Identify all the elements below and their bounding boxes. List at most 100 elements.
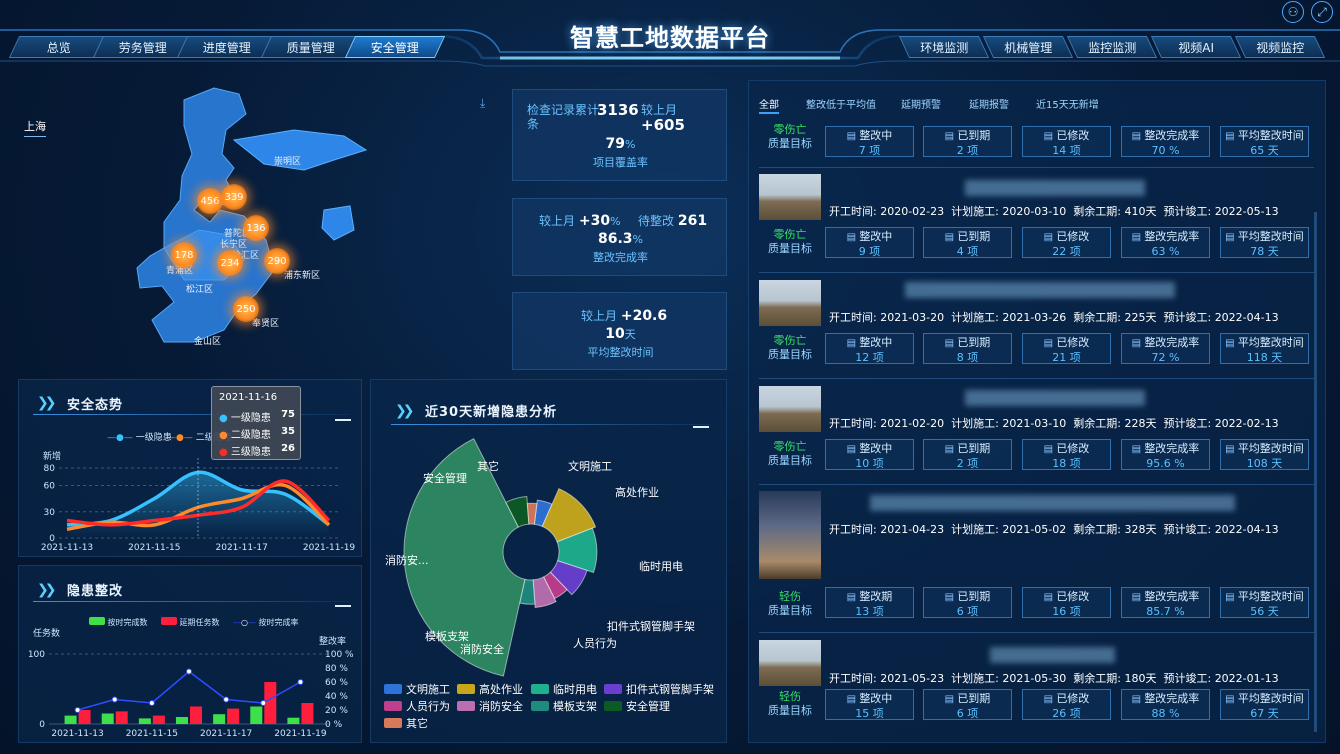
stat-box[interactable]: 整改完成率63 % [1121, 227, 1210, 258]
stat-value: 65 天 [1250, 144, 1279, 157]
stat-value: 4 项 [956, 245, 979, 258]
filter-delay-alarm[interactable]: 延期报警 [969, 96, 1009, 111]
quality-goal-label: 质量目标 [768, 242, 812, 255]
y2-tick-label: 100 % [325, 650, 354, 660]
tab-machinery[interactable]: 机械管理 [982, 36, 1074, 58]
slice-label-formwork: 模板支架 [425, 630, 469, 643]
project-thumbnail[interactable] [759, 640, 821, 686]
legend-behavior[interactable]: 人员行为 [384, 698, 450, 714]
rate-point [148, 700, 155, 706]
date-value-finish: 2022-05-13 [1214, 205, 1279, 218]
stat-box[interactable]: 整改完成率95.6 % [1121, 439, 1210, 470]
stat-box[interactable]: 平均整改时间78 天 [1220, 227, 1309, 258]
safety-goal: 零伤亡 [773, 228, 807, 241]
filter-no-new-15d[interactable]: 近15天无新增 [1036, 96, 1099, 111]
map-bubble[interactable]: 339 [221, 184, 247, 210]
stat-box[interactable]: 整改中10 项 [825, 439, 914, 470]
project-thumbnail[interactable] [759, 491, 821, 579]
legend-safety-mgmt[interactable]: 安全管理 [604, 698, 670, 714]
bar-ontime [101, 713, 114, 724]
safety-trend-panel: ❯❯ 安全态势 —●— 一级隐患 —●— 二级隐患 新增 03060802021… [18, 379, 362, 557]
org-chart-icon[interactable]: ⚇ [1282, 1, 1304, 23]
stat-box[interactable]: 已到期2 项 [923, 126, 1012, 157]
stat-box[interactable]: 整改中12 项 [825, 333, 914, 364]
stat-label: 已到期 [924, 228, 1011, 245]
legend-formwork[interactable]: 模板支架 [531, 698, 597, 714]
bar-ontime [287, 717, 300, 724]
stat-box[interactable]: 整改中15 项 [825, 689, 914, 720]
stat-box[interactable]: 平均整改时间67 天 [1220, 689, 1309, 720]
stat-box[interactable]: 已修改18 项 [1022, 439, 1111, 470]
quality-goal-label: 质量目标 [768, 137, 812, 150]
tab-environment[interactable]: 环境监测 [898, 36, 990, 58]
stat-box[interactable]: 已到期2 项 [923, 439, 1012, 470]
tab-monitoring[interactable]: 监控监测 [1066, 36, 1158, 58]
district-pudong: 浦东新区 [284, 271, 321, 281]
stat-box[interactable]: 已修改21 项 [1022, 333, 1111, 364]
stat-box[interactable]: 已到期8 项 [923, 333, 1012, 364]
project-name-redacted [965, 180, 1145, 196]
tab-video-ai[interactable]: 视频AI [1150, 36, 1242, 58]
project-dates: 开工时间: 2021-02-20 计划施工: 2021-03-10 剩余工期: … [829, 415, 1279, 431]
filter-below-avg[interactable]: 整改低于平均值 [806, 96, 876, 111]
stat-box[interactable]: 整改期13 项 [825, 587, 914, 618]
stat-box[interactable]: 整改中7 项 [825, 126, 914, 157]
stat-box[interactable]: 整改完成率85.7 % [1121, 587, 1210, 618]
map-bubble[interactable]: 250 [233, 296, 259, 322]
kpi-coverage-value: 79 [605, 136, 626, 152]
tab-safety[interactable]: 安全管理 [344, 36, 446, 58]
stat-box[interactable]: 已修改26 项 [1022, 689, 1111, 720]
header: 总览 劳务管理 进度管理 质量管理 安全管理 智慧工地数据平台 环境监测 机械管… [0, 0, 1340, 70]
stat-box[interactable]: 整改完成率88 % [1121, 689, 1210, 720]
stat-box[interactable]: 已修改14 项 [1022, 126, 1111, 157]
stat-box[interactable]: 平均整改时间108 天 [1220, 439, 1309, 470]
stat-box[interactable]: 整改完成率72 % [1121, 333, 1210, 364]
legend-civil[interactable]: 文明施工 [384, 681, 450, 697]
stat-value: 15 项 [855, 707, 884, 720]
stat-box[interactable]: 已修改16 项 [1022, 587, 1111, 618]
list-scrollbar[interactable] [1314, 212, 1317, 732]
tab-video-monitor[interactable]: 视频监控 [1234, 36, 1326, 58]
filter-delay-warning[interactable]: 延期预警 [901, 96, 941, 111]
legend-fire[interactable]: 消防安全 [457, 698, 523, 714]
map-bubble[interactable]: 234 [217, 250, 243, 276]
stat-box[interactable]: 已到期6 项 [923, 587, 1012, 618]
x-tick-label: 2021-11-15 [126, 729, 178, 739]
stat-box[interactable]: 平均整改时间56 天 [1220, 587, 1309, 618]
stat-box[interactable]: 整改完成率70 % [1121, 126, 1210, 157]
x-tick-label: 2021-11-19 [303, 543, 356, 553]
bar-delayed [115, 711, 128, 724]
legend-other[interactable]: 其它 [384, 715, 428, 731]
stat-box[interactable]: 平均整改时间118 天 [1220, 333, 1309, 364]
map-bubble[interactable]: 136 [243, 215, 269, 241]
project-separator [759, 484, 1314, 485]
stat-box[interactable]: 已修改22 项 [1022, 227, 1111, 258]
map-bubble[interactable]: 178 [171, 242, 197, 268]
project-thumbnail[interactable] [759, 280, 821, 326]
stat-box[interactable]: 平均整改时间65 天 [1220, 126, 1309, 157]
stat-value: 118 天 [1246, 351, 1283, 364]
project-thumbnail[interactable] [759, 386, 821, 432]
bar-delayed [301, 703, 314, 724]
date-value-remain: 328天 [1124, 523, 1157, 536]
bar-ontime [138, 718, 151, 724]
stat-box[interactable]: 整改中9 项 [825, 227, 914, 258]
legend-height[interactable]: 高处作业 [457, 681, 523, 697]
kpi-avg-time-mom-label: 较上月 [581, 309, 618, 323]
project-goal: 轻伤 质量目标 [759, 690, 821, 718]
map-bubble[interactable]: 290 [264, 248, 290, 274]
stat-box[interactable]: 已到期4 项 [923, 227, 1012, 258]
stat-label: 整改中 [826, 334, 913, 351]
fullscreen-icon[interactable]: ⤢ [1311, 1, 1333, 23]
stat-value: 63 % [1151, 245, 1180, 258]
safety-goal: 零伤亡 [773, 440, 807, 453]
legend-electric[interactable]: 临时用电 [531, 681, 597, 697]
project-thumbnail[interactable] [759, 174, 821, 220]
filter-all[interactable]: 全部 [759, 96, 779, 111]
slice-label-height: 高处作业 [615, 486, 659, 499]
quality-goal-label: 质量目标 [768, 604, 812, 617]
date-label-remain: 剩余工期: [1073, 523, 1125, 536]
map-bubble[interactable]: 456 [197, 188, 223, 214]
stat-box[interactable]: 已到期6 项 [923, 689, 1012, 720]
legend-scaffold[interactable]: 扣件式钢管脚手架 [604, 681, 714, 697]
